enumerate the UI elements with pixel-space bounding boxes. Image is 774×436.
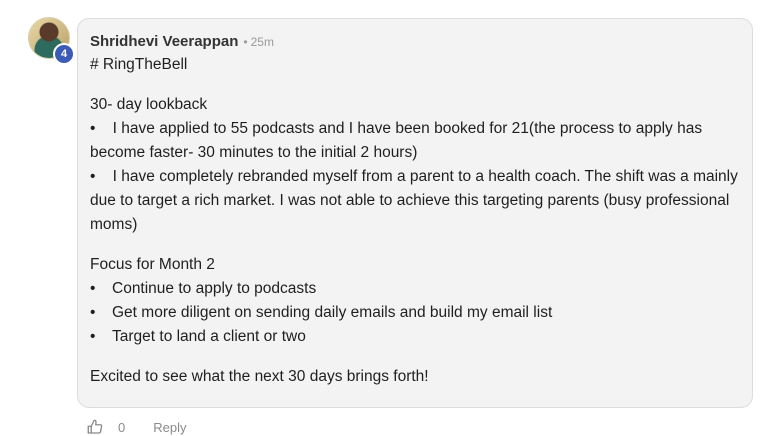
list-item: • Continue to apply to podcasts bbox=[90, 277, 740, 301]
list-item: • I have applied to 55 podcasts and I ha… bbox=[90, 117, 740, 165]
bullet-dot: • bbox=[90, 120, 96, 137]
bullet-dot: • bbox=[90, 280, 96, 297]
list-item: • Get more diligent on sending daily ema… bbox=[90, 301, 740, 325]
comment-card: Shridhevi Veerappan • 25m # RingTheBell … bbox=[77, 18, 753, 408]
thumbs-up-icon[interactable] bbox=[86, 418, 104, 436]
comment-actions: 0 Reply bbox=[86, 418, 186, 436]
bullet-dot: • bbox=[90, 168, 96, 185]
meta-separator: • bbox=[243, 35, 248, 49]
level-badge: 4 bbox=[53, 43, 75, 65]
comment-body: # RingTheBell 30- day lookback • I have … bbox=[90, 53, 740, 389]
list-item-text: I have completely rebranded myself from … bbox=[90, 168, 738, 233]
list-item-text: Target to land a client or two bbox=[112, 328, 306, 345]
list-item-text: Continue to apply to podcasts bbox=[112, 280, 317, 297]
list-item-text: I have applied to 55 podcasts and I have… bbox=[90, 120, 703, 161]
list-item: • I have completely rebranded myself fro… bbox=[90, 165, 740, 237]
author-name[interactable]: Shridhevi Veerappan bbox=[90, 33, 238, 50]
lookback-title: 30- day lookback bbox=[90, 96, 208, 113]
like-count: 0 bbox=[118, 419, 126, 435]
hashtag[interactable]: # RingTheBell bbox=[90, 53, 740, 77]
comment-header: Shridhevi Veerappan • 25m bbox=[90, 33, 740, 50]
bullet-dot: • bbox=[90, 328, 96, 345]
closing-line: Excited to see what the next 30 days bri… bbox=[90, 368, 429, 385]
focus-title: Focus for Month 2 bbox=[90, 256, 215, 273]
avatar-container[interactable]: 4 bbox=[28, 17, 75, 65]
reply-button[interactable]: Reply bbox=[153, 420, 186, 435]
list-item-text: Get more diligent on sending daily email… bbox=[112, 304, 553, 321]
list-item: • Target to land a client or two bbox=[90, 325, 740, 349]
bullet-dot: • bbox=[90, 304, 96, 321]
timestamp[interactable]: 25m bbox=[251, 35, 274, 49]
